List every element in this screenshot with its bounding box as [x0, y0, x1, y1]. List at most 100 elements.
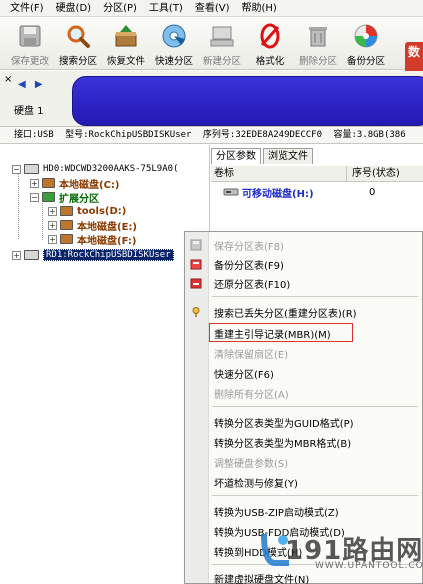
table-header: 卷标 序号(状态): [211, 166, 423, 182]
disk-serial: 序列号:32EDE8A249DECCF0: [202, 130, 323, 140]
tree-item-label: RD1:RockChipUSBDISKUser: [43, 249, 174, 261]
disk-capacity: 容量:3.8GB(386: [333, 130, 406, 140]
menu-disk[interactable]: 硬盘(D): [50, 0, 98, 17]
recover-file-icon: [111, 21, 141, 51]
tree-item-label: HD0:WDCWD3200AAKS-75L9A0(: [43, 164, 179, 174]
partition-icon: [60, 206, 73, 216]
search-lost-partition-icon: [189, 305, 203, 319]
menu-item-backup-partition-table[interactable]: 备份分区表(F9): [185, 254, 423, 273]
hard-disk-icon: [24, 164, 39, 174]
menu-item-label: 转换为USB-ZIP启动模式(Z): [214, 508, 339, 519]
partition-icon: [60, 220, 73, 230]
menu-tools[interactable]: 工具(T): [143, 0, 189, 17]
disk-model: 型号:RockChipUSBDISKUser: [65, 130, 192, 140]
partition-icon: [42, 178, 55, 188]
menu-file[interactable]: 文件(F): [4, 0, 50, 17]
search-partition-button[interactable]: 搜索分区: [54, 18, 102, 70]
tree-item-extended[interactable]: − 扩展分区: [30, 190, 99, 205]
search-icon: [63, 21, 93, 51]
menu-item-label: 转换分区表类型为GUID格式(P): [214, 419, 354, 430]
recover-file-button[interactable]: 恢复文件: [102, 18, 150, 70]
collapse-icon[interactable]: −: [12, 164, 21, 174]
toolbar-label: 备份分区: [346, 56, 385, 67]
tree-item-label: 本地磁盘(F:): [77, 235, 137, 247]
menu-item-quick-partition[interactable]: 快速分区(F6): [185, 363, 423, 382]
disk-partition-bar[interactable]: [72, 76, 423, 126]
delete-partition-button[interactable]: 删除分区: [294, 18, 342, 70]
menu-item-label: 保存分区表(F8): [214, 242, 284, 253]
menu-item-label: 转换分区表类型为MBR格式(B): [214, 439, 352, 450]
toolbar-label: 新建分区: [202, 56, 241, 67]
expand-icon[interactable]: +: [48, 234, 57, 244]
toolbar-label: 搜索分区: [58, 56, 97, 67]
menu-bar: 文件(F) 硬盘(D) 分区(P) 工具(T) 查看(V) 帮助(H): [0, 0, 423, 17]
tab-browse-files[interactable]: 浏览文件: [263, 148, 313, 164]
close-icon[interactable]: ×: [4, 74, 12, 85]
menu-item-adjust-disk-params[interactable]: 调整硬盘参数(S): [185, 452, 423, 471]
collapse-icon[interactable]: −: [30, 192, 39, 202]
menu-item-label: 快速分区(F6): [214, 370, 274, 381]
watermark: 191路由网 WWW.UPANTOOL.COM: [255, 518, 423, 584]
column-header-index[interactable]: 序号(状态): [347, 166, 400, 181]
delete-partition-icon: [303, 21, 333, 51]
menu-item-delete-all-partitions[interactable]: 删除所有分区(A): [185, 383, 423, 402]
tree-item-e[interactable]: + 本地磁盘(E:): [48, 218, 137, 233]
new-partition-button[interactable]: 新建分区: [198, 18, 246, 70]
save-icon: [189, 238, 203, 252]
menu-item-label: 调整硬盘参数(S): [214, 459, 289, 470]
tab-bar: 分区参数 浏览文件: [211, 148, 315, 164]
table-row[interactable]: 可移动磁盘(H:) 0: [211, 184, 423, 200]
menu-item-label: 坏道检测与修复(Y): [214, 479, 298, 490]
menu-item-label: 备份分区表(F9): [214, 261, 284, 272]
toolbar-label: 保存更改: [10, 56, 49, 67]
new-partition-icon: [207, 21, 237, 51]
toolbar-label: 格式化: [255, 56, 285, 67]
removable-disk-icon: [223, 188, 239, 196]
disk-interface: 接口:USB: [14, 130, 54, 140]
menu-view[interactable]: 查看(V): [189, 0, 236, 17]
disk-tree: − HD0:WDCWD3200AAKS-75L9A0( + 本地磁盘(C:) −…: [0, 145, 210, 584]
menu-item-label: 清除保留扇区(E): [214, 350, 289, 361]
quick-partition-button[interactable]: 快速分区: [150, 18, 198, 70]
tree-item-c[interactable]: + 本地磁盘(C:): [30, 176, 119, 191]
tree-item-rd1[interactable]: + RD1:RockChipUSBDISKUser: [12, 248, 174, 262]
extended-partition-icon: [42, 192, 55, 202]
usb-disk-icon: [24, 250, 39, 260]
save-changes-button[interactable]: 保存更改: [6, 18, 54, 70]
tree-item-hd0[interactable]: − HD0:WDCWD3200AAKS-75L9A0(: [12, 162, 178, 176]
format-icon: [255, 21, 285, 51]
menu-partition[interactable]: 分区(P): [97, 0, 143, 17]
row-label: 可移动磁盘(H:): [242, 188, 314, 200]
menu-item-label: 还原分区表(F10): [214, 280, 291, 291]
menu-item-label: 删除所有分区(A): [214, 390, 289, 401]
menu-item-save-partition-table[interactable]: 保存分区表(F8): [185, 235, 423, 254]
tab-partition-params[interactable]: 分区参数: [211, 148, 261, 164]
expand-icon[interactable]: +: [12, 250, 21, 260]
disk-label: 硬盘 1: [14, 106, 44, 117]
column-header-label[interactable]: 卷标: [211, 166, 347, 181]
partition-icon: [60, 234, 73, 244]
menu-item-convert-to-mbr[interactable]: 转换分区表类型为MBR格式(B): [185, 432, 423, 451]
tree-item-f[interactable]: + 本地磁盘(F:): [48, 232, 137, 247]
menu-item-label: 搜索已丢失分区(重建分区表)(R): [214, 309, 357, 320]
tree-item-d[interactable]: + tools(D:): [48, 204, 126, 218]
highlight-box: [209, 323, 353, 342]
backup-partition-button[interactable]: 备份分区: [342, 18, 390, 70]
menu-item-bad-sector-check[interactable]: 坏道检测与修复(Y): [185, 472, 423, 491]
tree-item-label: 本地磁盘(E:): [77, 221, 137, 233]
menu-item-clear-reserved-sectors[interactable]: 清除保留扇区(E): [185, 343, 423, 362]
save-icon: [15, 21, 45, 51]
menu-item-restore-partition-table[interactable]: 还原分区表(F10): [185, 273, 423, 292]
menu-item-convert-to-guid[interactable]: 转换分区表类型为GUID格式(P): [185, 412, 423, 431]
menu-help[interactable]: 帮助(H): [236, 0, 283, 17]
expand-icon[interactable]: +: [48, 206, 57, 216]
disk-nav-arrows[interactable]: ◀ ▶: [18, 79, 46, 90]
expand-icon[interactable]: +: [30, 178, 39, 188]
menu-item-search-lost-partitions[interactable]: 搜索已丢失分区(重建分区表)(R): [185, 302, 423, 321]
toolbar-label: 恢复文件: [106, 56, 145, 67]
toolbar-label: 删除分区: [298, 56, 337, 67]
restore-table-icon: [189, 276, 203, 290]
tree-item-label: 扩展分区: [59, 193, 99, 205]
expand-icon[interactable]: +: [48, 220, 57, 230]
format-button[interactable]: 格式化: [246, 18, 294, 70]
